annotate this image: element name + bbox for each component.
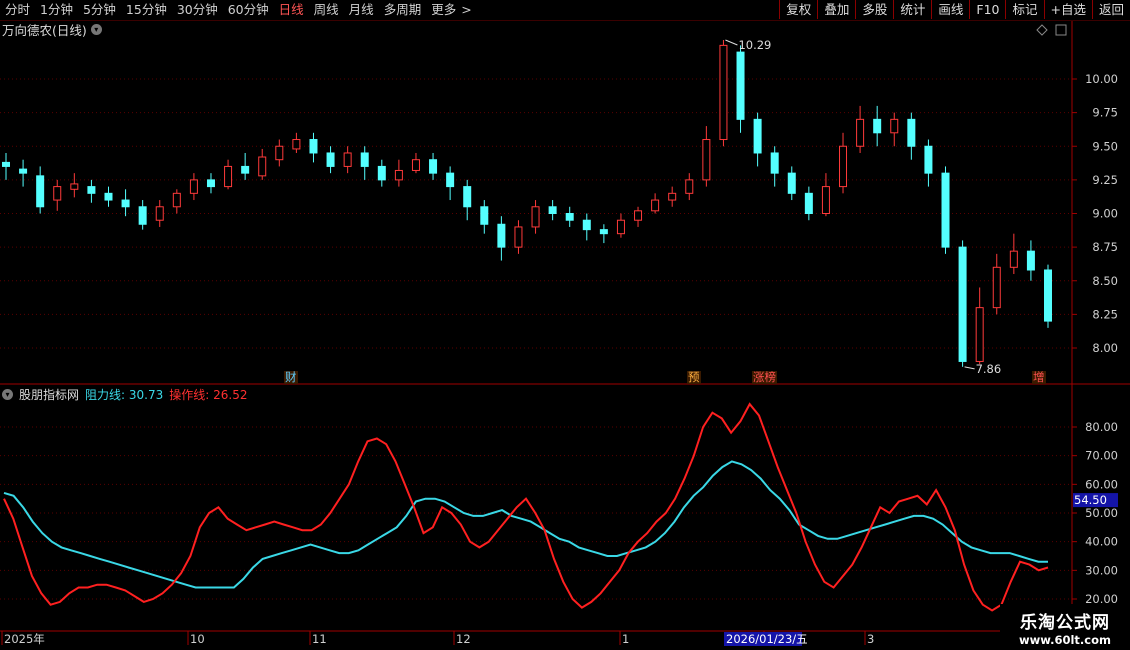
candle-body <box>992 266 1001 309</box>
candle-body <box>668 192 677 201</box>
price-tick-label: 9.75 <box>1092 106 1118 120</box>
candle-body <box>839 145 848 188</box>
candle-body <box>736 51 745 120</box>
candle-body <box>224 165 233 188</box>
candle-body <box>121 199 130 208</box>
candle-body <box>1044 269 1052 322</box>
candle-body <box>70 183 79 190</box>
candle-body <box>548 206 557 214</box>
time-axis-label: 10 <box>190 632 205 646</box>
price-tick-label: 8.75 <box>1092 240 1118 254</box>
high-pointer <box>725 39 738 46</box>
candle-body <box>360 152 369 167</box>
candle-body <box>975 307 984 362</box>
price-tick-label: 9.50 <box>1092 139 1118 153</box>
low-pointer <box>964 366 975 370</box>
candle-body <box>804 192 813 214</box>
candle-body <box>565 213 574 221</box>
candle-body <box>719 44 728 141</box>
candle-body <box>326 152 335 167</box>
candle-body <box>275 145 284 161</box>
event-badge-limit-up[interactable]: 涨榜 <box>752 371 777 384</box>
resistance-line <box>3 460 1048 589</box>
price-tick-label: 8.50 <box>1092 274 1118 288</box>
candle-body <box>19 168 28 174</box>
candle-body <box>514 226 523 248</box>
crosshair-value-text: 54.50 <box>1074 493 1107 507</box>
candle-body <box>873 118 882 134</box>
candle-body <box>856 118 865 147</box>
high-price-label: 10.29 <box>738 38 771 52</box>
candle-body <box>924 145 933 174</box>
candle-body <box>189 179 198 194</box>
event-badge-finance[interactable]: 财 <box>284 371 298 384</box>
candle-body <box>104 192 113 201</box>
candle-body <box>599 229 608 235</box>
candle-body <box>155 206 164 221</box>
candle-body <box>309 139 318 154</box>
candle-body <box>480 206 489 225</box>
time-axis-label: 12 <box>456 632 471 646</box>
candle-body <box>377 165 386 181</box>
candle-body <box>634 210 643 221</box>
candle-body <box>890 118 899 134</box>
price-tick-label: 8.25 <box>1092 307 1118 321</box>
candle-body <box>463 186 472 208</box>
candle-body <box>411 159 420 171</box>
candle-body <box>497 223 506 248</box>
candle-body <box>616 219 625 235</box>
candle-body <box>241 165 250 174</box>
time-axis-label: 1 <box>622 632 629 646</box>
candle-body <box>907 118 916 147</box>
candle-body <box>958 246 967 362</box>
kline-chart[interactable]: 10.00 9.75 9.50 9.25 9.00 8.75 8.50 8.25 8.00 10.… <box>0 0 1130 650</box>
watermark-logo: 乐淘公式网 www.60lt.com <box>1000 604 1130 650</box>
diamond-icon <box>1036 24 1048 36</box>
candle-body <box>702 139 711 181</box>
candle-body <box>292 139 301 150</box>
candle-body <box>172 192 181 208</box>
candle-body <box>1026 250 1035 271</box>
event-badge-increase[interactable]: 增 <box>1032 371 1046 384</box>
candle-body <box>821 186 830 215</box>
indicator-tick-label: 30.00 <box>1085 563 1118 577</box>
time-axis-label: 11 <box>312 632 327 646</box>
candle-body <box>258 156 267 177</box>
candle-body <box>36 175 45 208</box>
candle-body <box>685 179 694 194</box>
square-icon <box>1055 24 1067 36</box>
price-tick-label: 9.00 <box>1092 207 1118 221</box>
time-axis-label: 2025年 <box>4 632 45 646</box>
candle-body <box>1009 250 1018 268</box>
indicator-tick-label: 50.00 <box>1085 506 1118 520</box>
candle-body <box>394 169 403 181</box>
time-axis-label: 3 <box>867 632 874 646</box>
low-price-label: 7.86 <box>976 362 1002 376</box>
candle-body <box>53 186 62 201</box>
candle-body <box>2 161 10 167</box>
crosshair-date-text: 2026/01/23/五 <box>726 632 808 646</box>
indicator-tick-label: 60.00 <box>1085 477 1118 491</box>
candle-body <box>446 172 455 188</box>
candle-body <box>206 179 215 188</box>
candle-body <box>787 172 796 194</box>
price-tick-label: 8.00 <box>1092 341 1118 355</box>
candle-body <box>651 199 660 212</box>
indicator-tick-label: 70.00 <box>1085 449 1118 463</box>
candle-body <box>87 186 96 194</box>
candle-body <box>753 118 762 154</box>
event-badge-forecast[interactable]: 预 <box>687 371 701 384</box>
candle-body <box>343 152 352 167</box>
candle-body <box>429 159 438 174</box>
candle-body <box>941 172 950 248</box>
indicator-tick-label: 80.00 <box>1085 420 1118 434</box>
price-tick-label: 10.00 <box>1085 72 1118 86</box>
candle-body <box>138 206 147 225</box>
price-tick-label: 9.25 <box>1092 173 1118 187</box>
candle-body <box>770 152 779 174</box>
candle-body <box>531 206 540 228</box>
indicator-tick-label: 40.00 <box>1085 535 1118 549</box>
candle-body <box>582 219 591 231</box>
operation-line <box>3 402 1049 612</box>
